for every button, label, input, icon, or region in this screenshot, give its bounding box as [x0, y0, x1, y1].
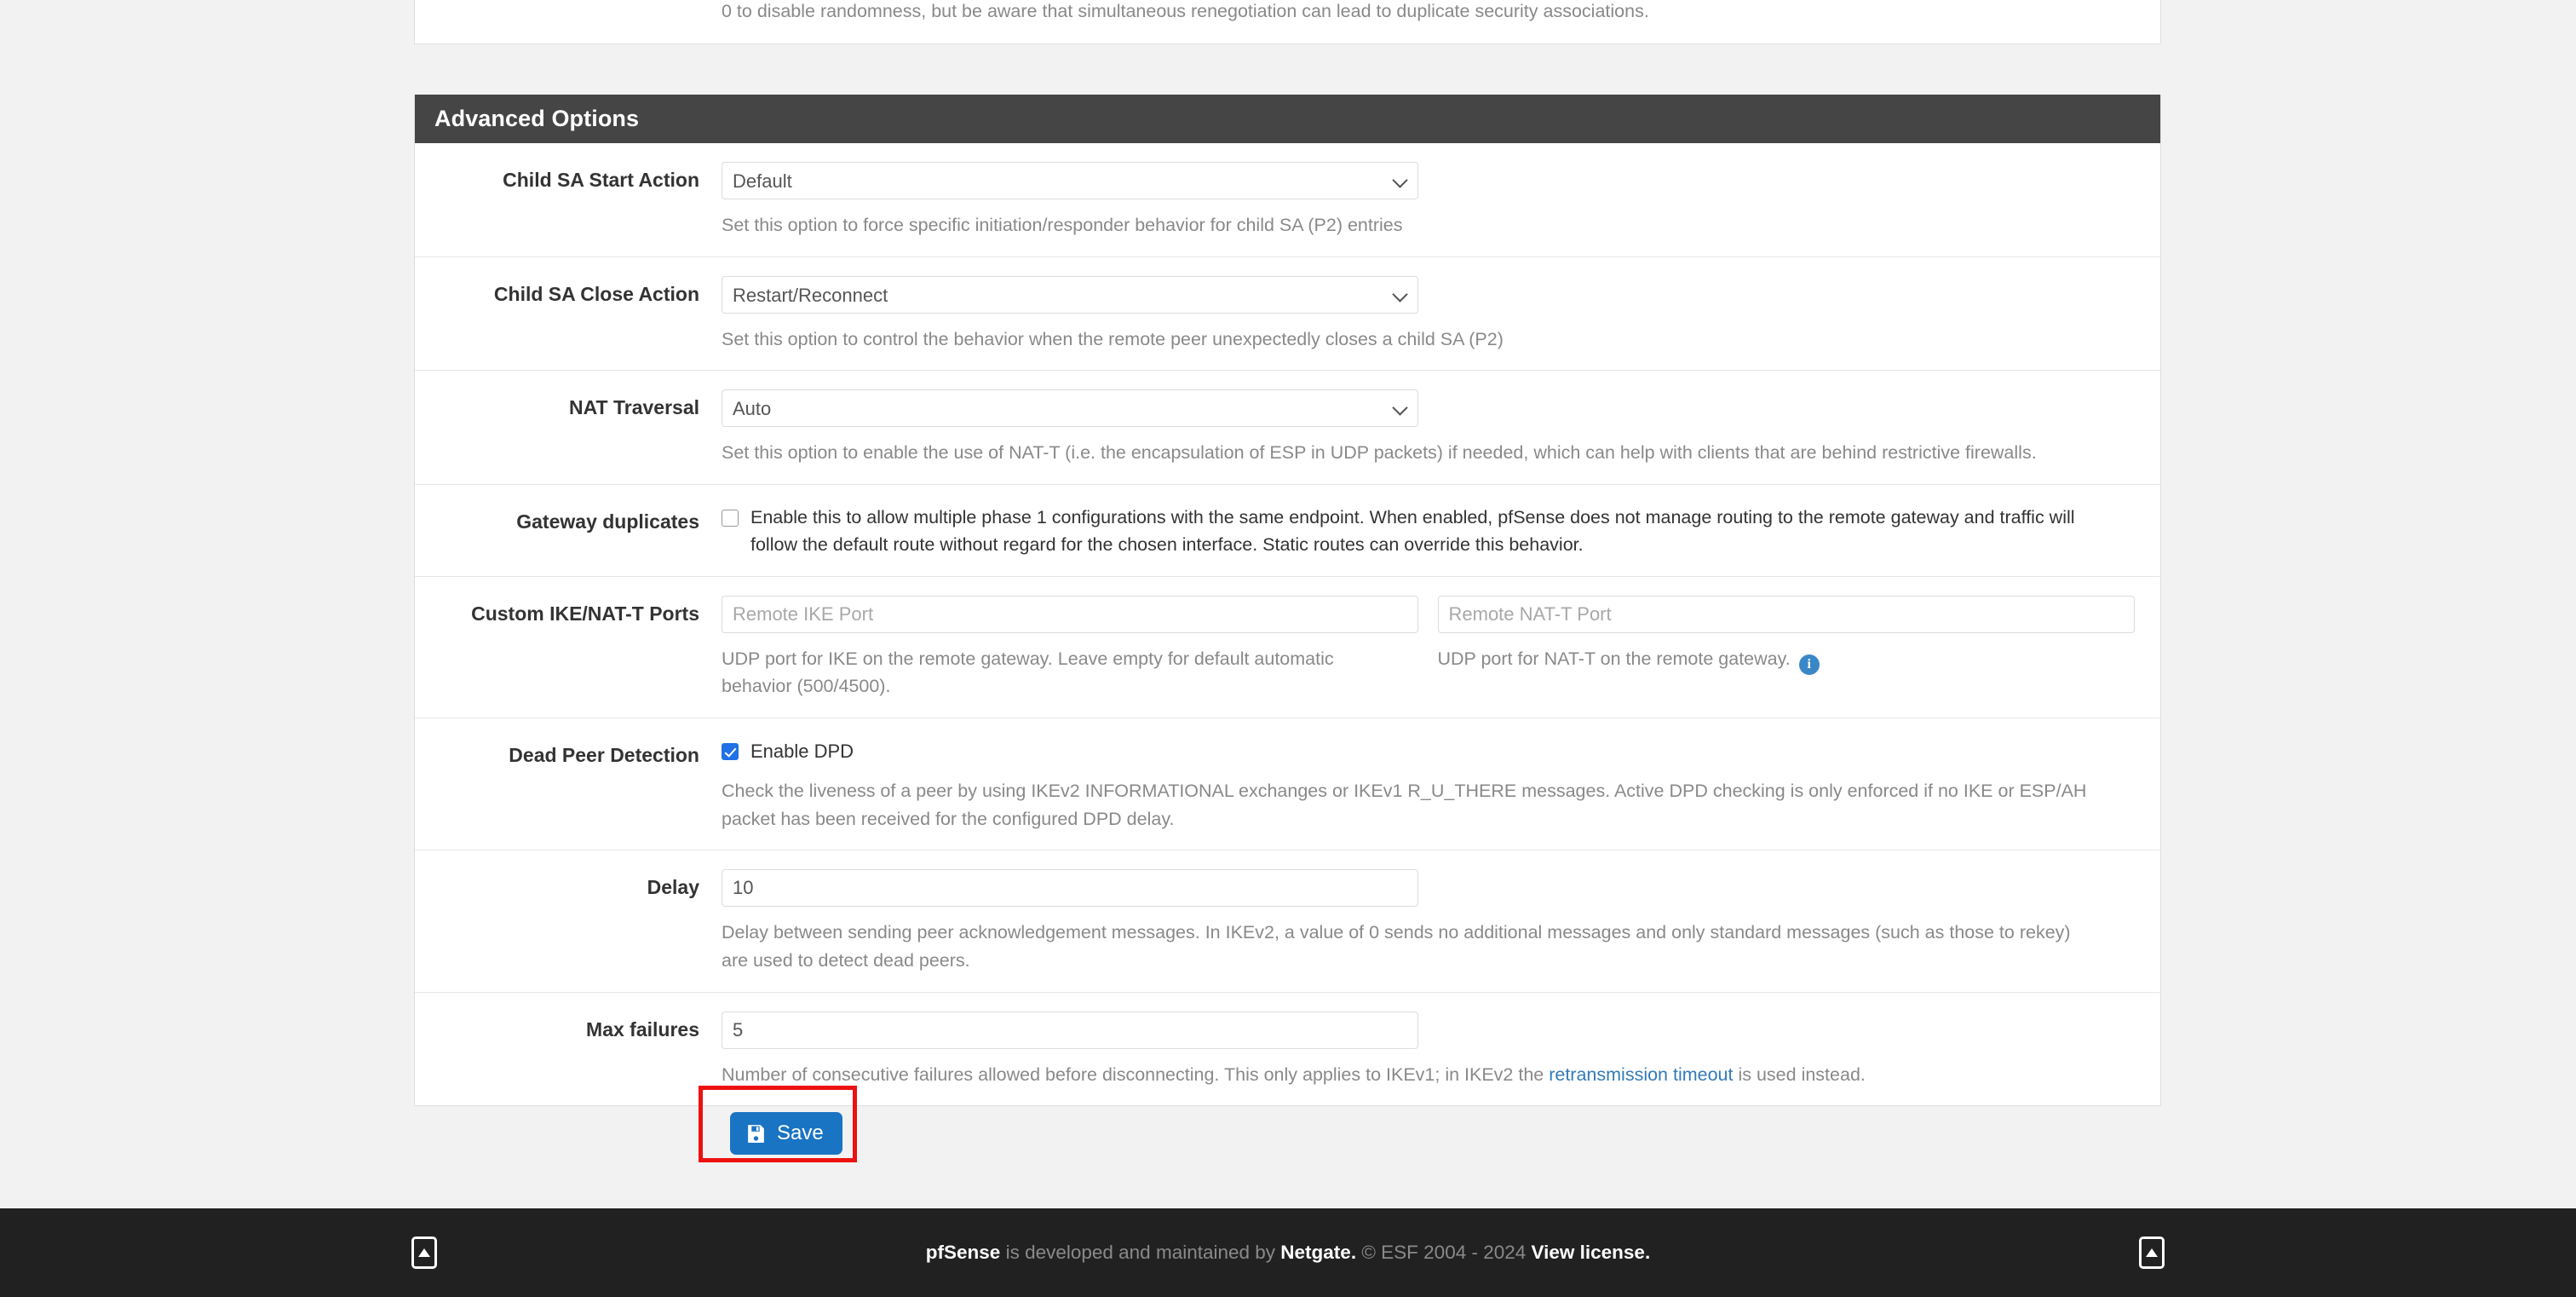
help-delay: Delay between sending peer acknowledgeme…	[722, 922, 2071, 971]
label-max-failures: Max failures	[586, 1017, 699, 1040]
select-wrap-child-sa-close-action: Restart/Reconnect	[722, 275, 1418, 314]
fields-dead-peer-detection: Enable DPD Check the liveness of a peer …	[722, 737, 2160, 833]
fields-child-sa-close-action: Restart/Reconnect Set this option to con…	[722, 275, 2160, 354]
fields-child-sa-start-action: Default Set this option to force specifi…	[722, 162, 2160, 239]
help-remote-natt-port-text: UDP port for NAT-T on the remote gateway…	[1437, 648, 1791, 669]
row-child-sa-start-action: Child SA Start Action Default Set this o…	[415, 143, 2160, 257]
label-delay: Delay	[647, 876, 699, 899]
randomness-row: A random value up to this amount will be…	[415, 0, 2160, 43]
scroll-to-top-icon-left[interactable]	[411, 1236, 437, 1269]
ike-port-column: UDP port for IKE on the remote gateway. …	[722, 595, 1438, 700]
help-dead-peer-detection: Check the liveness of a peer by using IK…	[722, 780, 2087, 829]
advanced-options-panel: Advanced Options Child SA Start Action D…	[414, 95, 2161, 1107]
select-wrap-nat-traversal: Auto	[722, 389, 1418, 428]
row-delay: Delay Delay between sending peer acknowl…	[415, 850, 2160, 993]
row-child-sa-close-action: Child SA Close Action Restart/Reconnect …	[415, 257, 2160, 372]
scroll-to-top-icon-right[interactable]	[2139, 1236, 2165, 1269]
select-wrap-child-sa-start-action: Default	[722, 162, 1418, 199]
label-nat-traversal: NAT Traversal	[569, 396, 699, 419]
natt-port-column: UDP port for NAT-T on the remote gateway…	[1437, 595, 2154, 700]
save-button-area: Save	[414, 1078, 2161, 1163]
input-remote-ike-port[interactable]	[722, 595, 1418, 633]
ports-two-column: UDP port for IKE on the remote gateway. …	[722, 595, 2154, 700]
save-button-label: Save	[777, 1121, 824, 1144]
randomness-field-col: A random value up to this amount will be…	[722, 0, 2095, 43]
help-remote-natt-port: UDP port for NAT-T on the remote gateway…	[1438, 645, 2111, 675]
label-child-sa-start-action: Child SA Start Action	[503, 169, 699, 191]
checkbox-enable-dpd[interactable]	[722, 742, 739, 760]
info-icon[interactable]: i	[1798, 654, 1820, 675]
page-footer: pfSense is developed and maintained by N…	[0, 1208, 2576, 1297]
checkbox-label-gateway-duplicates: Enable this to allow multiple phase 1 co…	[750, 507, 2075, 556]
select-child-sa-close-action[interactable]: Restart/Reconnect	[722, 275, 1418, 314]
input-max-failures[interactable]	[722, 1011, 1418, 1049]
row-dead-peer-detection: Dead Peer Detection Enable DPD Check the…	[415, 718, 2160, 851]
select-nat-traversal[interactable]: Auto	[722, 389, 1418, 428]
help-child-sa-close-action: Set this option to control the behavior …	[722, 328, 1504, 349]
label-dead-peer-detection: Dead Peer Detection	[509, 743, 699, 766]
select-child-sa-start-action[interactable]: Default	[722, 162, 1418, 199]
label-gateway-duplicates: Gateway duplicates	[516, 510, 699, 533]
fields-gateway-duplicates: Enable this to allow multiple phase 1 co…	[722, 504, 2160, 559]
checkbox-row-enable-dpd[interactable]: Enable DPD	[722, 737, 2153, 765]
help-remote-ike-port: UDP port for IKE on the remote gateway. …	[722, 648, 1334, 697]
footer-company: Netgate.	[1280, 1242, 1357, 1263]
save-button[interactable]: Save	[730, 1112, 842, 1155]
checkbox-label-enable-dpd: Enable DPD	[750, 740, 854, 762]
fields-nat-traversal: Auto Set this option to enable the use o…	[722, 389, 2160, 467]
pfsense-ipsec-phase1-page: A random value up to this amount will be…	[0, 0, 2576, 1297]
help-nat-traversal: Set this option to enable the use of NAT…	[722, 442, 2037, 464]
fields-delay: Delay between sending peer acknowledgeme…	[722, 869, 2160, 974]
footer-text: pfSense is developed and maintained by N…	[926, 1242, 1650, 1264]
footer-brand: pfSense	[925, 1242, 1001, 1263]
row-nat-traversal: NAT Traversal Auto Set this option to en…	[415, 371, 2160, 486]
footer-license-link[interactable]: View license.	[1532, 1242, 1651, 1263]
checkbox-row-gateway-duplicates[interactable]: Enable this to allow multiple phase 1 co…	[722, 504, 2153, 559]
row-gateway-duplicates: Gateway duplicates Enable this to allow …	[415, 485, 2160, 577]
previous-section-panel: A random value up to this amount will be…	[414, 0, 2161, 45]
input-delay[interactable]	[722, 869, 1418, 908]
panel-heading-advanced-options: Advanced Options	[415, 95, 2160, 143]
help-child-sa-start-action: Set this option to force specific initia…	[722, 215, 1403, 235]
footer-text-mid: is developed and maintained by	[1000, 1242, 1281, 1263]
triangle-up-icon	[2146, 1248, 2158, 1257]
triangle-up-icon	[418, 1248, 430, 1257]
footer-copyright: © ESF 2004 - 2024	[1356, 1242, 1532, 1263]
save-floppy-icon	[748, 1124, 764, 1143]
checkbox-gateway-duplicates[interactable]	[722, 510, 739, 527]
fields-max-failures: Number of consecutive failures allowed b…	[722, 1011, 2160, 1089]
label-custom-ike-natt-ports: Custom IKE/NAT-T Ports	[471, 602, 699, 625]
row-custom-ike-natt-ports: Custom IKE/NAT-T Ports UDP port for IKE …	[415, 577, 2160, 718]
fields-custom-ike-natt-ports: UDP port for IKE on the remote gateway. …	[722, 595, 2160, 700]
randomness-label-spacer	[415, 0, 722, 43]
label-child-sa-close-action: Child SA Close Action	[493, 282, 699, 305]
input-remote-natt-port[interactable]	[1437, 595, 2135, 633]
randomness-help-text: A random value up to this amount will be…	[722, 0, 1649, 21]
